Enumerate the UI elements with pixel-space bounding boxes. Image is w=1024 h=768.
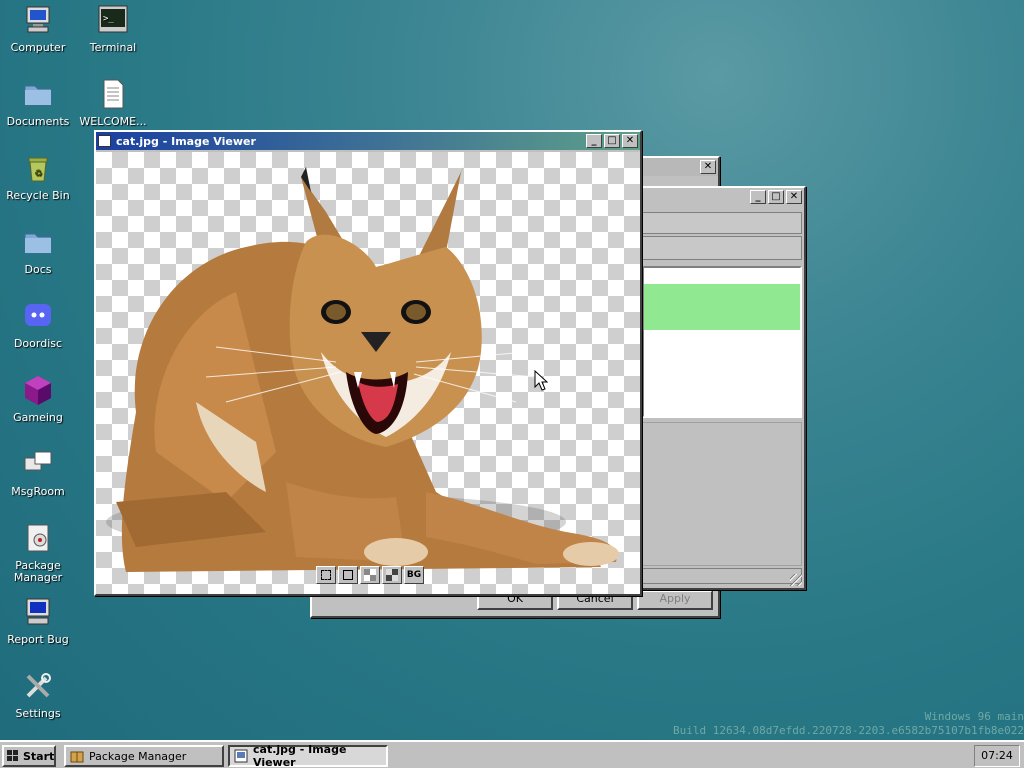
toolbar-row — [642, 212, 802, 234]
status-bar — [642, 568, 802, 584]
start-label: Start — [23, 749, 55, 763]
report-bug-label: Report Bug — [7, 633, 69, 646]
desktop-icon-terminal[interactable]: >_ Terminal — [75, 4, 151, 54]
docs-label: Docs — [24, 263, 52, 276]
watermark-line2: Build 12634.08d7efdd.220728-2203.e6582b7… — [673, 724, 1024, 737]
taskbar: Start Package Manager cat.jpg - Image Vi… — [0, 740, 1024, 768]
close-icon[interactable]: ✕ — [786, 190, 802, 204]
search-row — [642, 236, 802, 260]
folder-icon — [22, 226, 54, 258]
close-icon[interactable]: ✕ — [700, 160, 716, 174]
desktop-icon-gameing[interactable]: Gameing — [0, 374, 76, 424]
caracal-photo — [106, 164, 619, 572]
task-image-viewer[interactable]: cat.jpg - Image Viewer — [228, 743, 388, 768]
game-cube-icon — [22, 374, 54, 406]
doordisc-label: Doordisc — [13, 337, 63, 350]
selected-package-row[interactable] — [644, 284, 800, 330]
desktop-icon-computer[interactable]: Computer — [0, 4, 76, 54]
desktop-icon-doordisc[interactable]: Doordisc — [0, 300, 76, 350]
package-icon — [70, 749, 84, 763]
actual-size-icon[interactable] — [338, 566, 358, 584]
package-list[interactable] — [642, 266, 802, 418]
task-package-manager-label: Package Manager — [89, 749, 187, 763]
image-icon — [234, 749, 248, 763]
resize-grip-icon[interactable] — [790, 574, 802, 586]
watermark-line1: Windows 96 main — [924, 710, 1024, 723]
package-icon — [22, 522, 54, 554]
mouse-cursor-icon — [534, 370, 548, 391]
fit-icon[interactable] — [316, 566, 336, 584]
checker-dark-icon[interactable] — [382, 566, 402, 584]
task-package-manager[interactable]: Package Manager — [64, 745, 224, 767]
image-viewer-window[interactable]: cat.jpg - Image Viewer _ □ ✕ BG — [94, 130, 642, 596]
svg-text:♻: ♻ — [34, 169, 42, 179]
welcome-label: WELCOME... — [79, 115, 147, 128]
background-button[interactable]: BG — [404, 566, 424, 584]
start-button[interactable]: Start — [2, 745, 56, 767]
settings-label: Settings — [15, 707, 61, 720]
folder-icon — [22, 78, 54, 110]
package-manager-label: Package Manager — [13, 559, 63, 584]
image-canvas[interactable]: BG — [96, 152, 640, 594]
recycle-bin-icon: ♻ — [22, 152, 54, 184]
document-icon — [97, 78, 129, 110]
desktop-icon-settings[interactable]: Settings — [0, 670, 76, 720]
report-bug-icon — [22, 596, 54, 628]
image-viewer-titlebar[interactable]: cat.jpg - Image Viewer _ □ ✕ — [96, 132, 640, 150]
image-viewer-title: cat.jpg - Image Viewer — [116, 134, 256, 148]
system-tray-clock[interactable]: 07:24 — [974, 745, 1020, 767]
gameing-label: Gameing — [13, 411, 63, 424]
desktop-icon-msgroom[interactable]: MsgRoom — [0, 448, 76, 498]
discord-icon — [22, 300, 54, 332]
package-manager-titlebar[interactable]: _ □ ✕ — [622, 188, 804, 206]
desktop-icon-welcome[interactable]: WELCOME... — [75, 78, 151, 128]
svg-text:>_: >_ — [103, 14, 114, 24]
task-image-viewer-label: cat.jpg - Image Viewer — [253, 743, 347, 768]
chat-icon — [22, 448, 54, 480]
desktop-icon-recycle-bin[interactable]: ♻ Recycle Bin — [0, 152, 76, 202]
tools-icon — [22, 670, 54, 702]
maximize-icon[interactable]: □ — [604, 134, 620, 148]
minimize-icon[interactable]: _ — [586, 134, 602, 148]
terminal-label: Terminal — [89, 41, 137, 54]
desktop-icon-package-manager[interactable]: Package Manager — [0, 522, 76, 584]
checker-light-icon[interactable] — [360, 566, 380, 584]
viewer-toolbar: BG — [316, 566, 424, 584]
terminal-icon: >_ — [97, 4, 129, 36]
build-watermark: Windows 96 main Build 12634.08d7efdd.220… — [673, 710, 1024, 738]
desktop-icon-report-bug[interactable]: Report Bug — [0, 596, 76, 646]
desktop-icon-documents[interactable]: Documents — [0, 78, 76, 128]
package-manager-window[interactable]: _ □ ✕ — [620, 186, 806, 590]
minimize-icon[interactable]: _ — [750, 190, 766, 204]
details-panel — [642, 422, 802, 566]
documents-label: Documents — [6, 115, 70, 128]
apply-button[interactable]: Apply — [637, 590, 713, 610]
computer-icon — [22, 4, 54, 36]
close-icon[interactable]: ✕ — [622, 134, 638, 148]
windows-logo-icon — [6, 749, 20, 763]
maximize-icon[interactable]: □ — [768, 190, 784, 204]
computer-label: Computer — [10, 41, 66, 54]
msgroom-label: MsgRoom — [11, 485, 65, 498]
desktop-icon-docs[interactable]: Docs — [0, 226, 76, 276]
recycle-bin-label: Recycle Bin — [6, 189, 70, 202]
image-icon — [98, 135, 111, 147]
